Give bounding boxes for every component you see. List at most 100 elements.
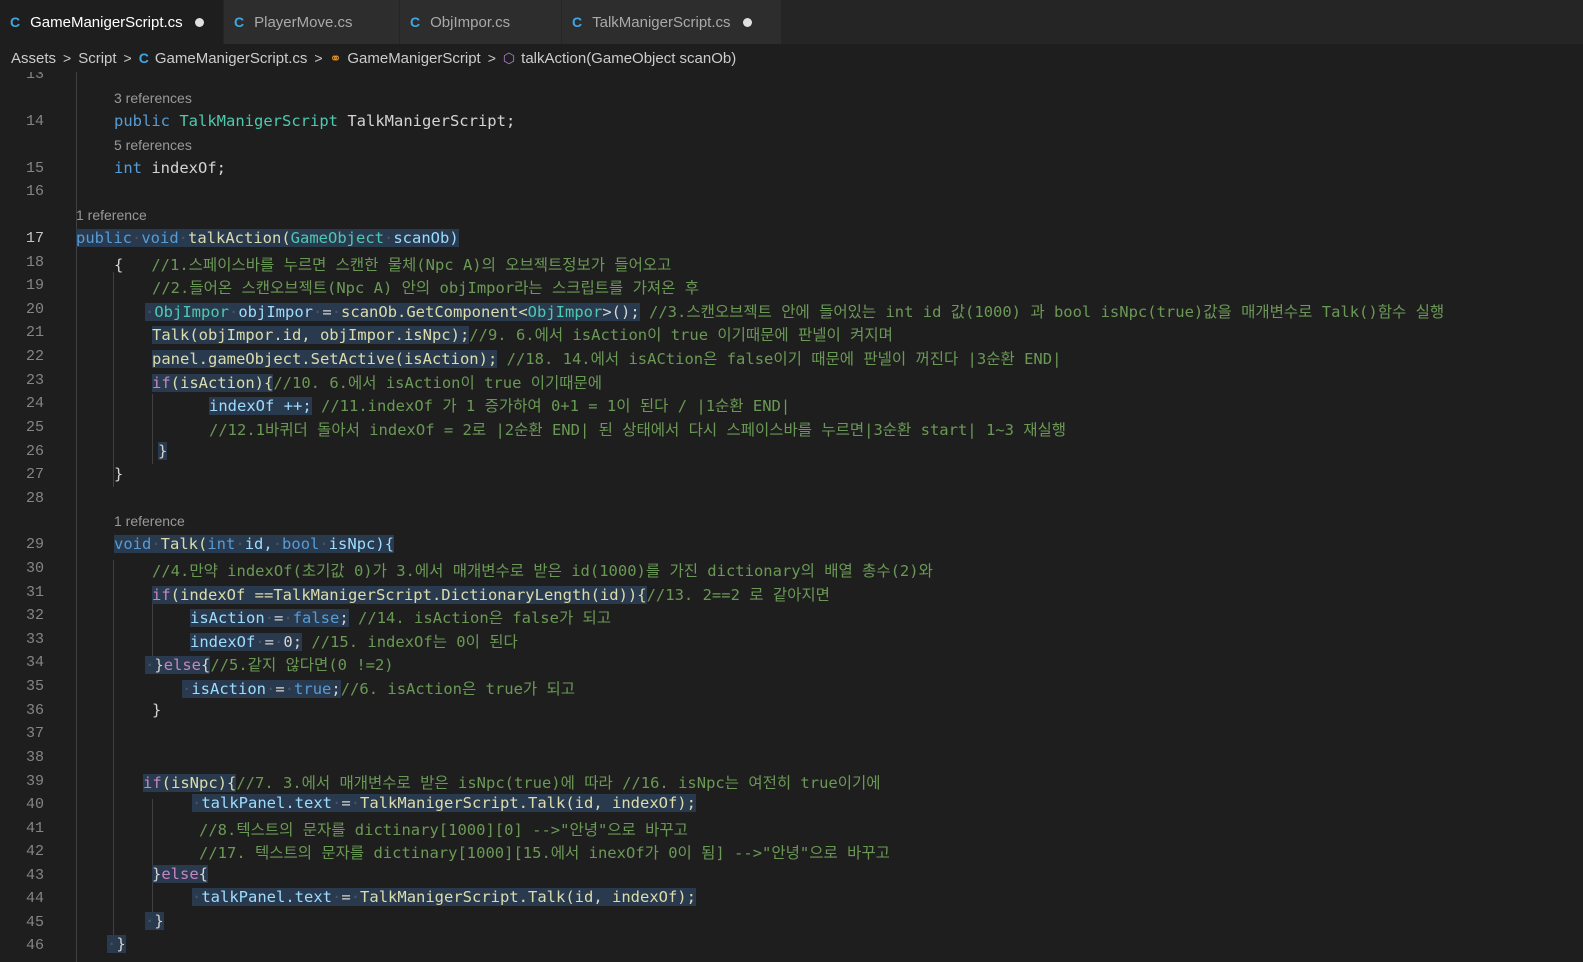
method-call: TalkManigerScript.Talk(id, indexOf);	[360, 888, 696, 906]
line-number: 23	[25, 372, 44, 389]
line-number: 25	[25, 419, 44, 436]
chevron-right-icon: >	[487, 50, 496, 66]
comment: //6. isAction은 true가 되고	[340, 680, 576, 698]
statement: indexOf ++;	[209, 397, 312, 415]
line-number: 40	[25, 796, 44, 813]
comment: //17. 텍스트의 문자를 dictinary[1000][15.에서 ine…	[199, 844, 890, 862]
line-number: 35	[25, 678, 44, 695]
method-name: Talk(	[160, 535, 208, 553]
comment: //9. 6.에서 isAction이 true 이기때문에 판넬이 켜지며	[469, 326, 893, 344]
type-name: ObjImpor	[527, 303, 603, 321]
operator: =	[341, 794, 351, 812]
csharp-file-icon: C	[138, 50, 149, 66]
code-line-32: isAction·=·false; //14. isAction은 false가…	[190, 609, 612, 627]
keyword: int	[114, 159, 142, 177]
code-line-14: public TalkManigerScript TalkManigerScri…	[114, 112, 515, 130]
condition: (indexOf ==TalkManigerScript.DictionaryL…	[170, 586, 647, 604]
parameter: scanOb)	[393, 229, 459, 247]
code-line-35: ·isAction·=·true;//6. isAction은 true가 되고	[182, 680, 576, 698]
operator: =	[275, 680, 285, 698]
breadcrumb-file[interactable]: GameManigerScript.cs	[155, 50, 308, 67]
tab-gamemanigerscript[interactable]: C GameManigerScript.cs	[0, 0, 224, 44]
punctuation: ;	[331, 680, 341, 698]
method-icon: ⬡	[502, 49, 516, 66]
breadcrumb-assets[interactable]: Assets	[11, 50, 56, 67]
operator: =	[274, 609, 284, 627]
code-line-29: void·Talk(int·id,·bool·isNpc){	[114, 535, 395, 553]
line-number: 41	[25, 820, 44, 837]
code-line-45: ·}	[145, 912, 164, 930]
codelens-references[interactable]: 5 references	[114, 137, 192, 153]
keyword: int	[207, 535, 236, 553]
line-number: 33	[25, 631, 44, 648]
breadcrumb-script[interactable]: Script	[78, 50, 116, 67]
line-number: 19	[25, 277, 44, 294]
line-number: 21	[25, 324, 44, 341]
line-number: 18	[25, 254, 44, 271]
method-call: scanOb.GetComponent<	[341, 303, 528, 321]
identifier: indexOf	[190, 633, 256, 651]
line-number: 17	[25, 230, 44, 247]
code-line-17: public·void·talkAction(GameObject·scanOb…	[76, 229, 459, 247]
tab-objimpor[interactable]: C ObjImpor.cs	[400, 0, 562, 44]
line-number: 30	[25, 560, 44, 577]
code-line-39: if(isNpc){//7. 3.에서 매개변수로 받은 isNpc(true)…	[143, 771, 881, 793]
tab-playermove[interactable]: C PlayerMove.cs	[224, 0, 400, 44]
breadcrumb-class[interactable]: GameManigerScript	[347, 50, 480, 67]
line-number: 36	[25, 702, 44, 719]
operator: =	[264, 633, 275, 651]
brace: }	[116, 935, 126, 953]
code-line-42: //17. 텍스트의 문자를 dictinary[1000][15.에서 ine…	[199, 841, 890, 863]
type-name: GameObject	[290, 229, 384, 247]
comment: //2.들어온 스캔오브젝트(Npc A) 안의 objImpor라는 스크립트…	[152, 279, 700, 297]
csharp-file-icon: C	[572, 14, 583, 30]
csharp-file-icon: C	[10, 14, 21, 30]
line-number: 42	[25, 843, 44, 860]
codelens-references[interactable]: 1 reference	[76, 207, 147, 223]
identifier: talkPanel.text	[201, 888, 332, 906]
csharp-file-icon: C	[410, 14, 421, 30]
tab-label: PlayerMove.cs	[254, 13, 353, 31]
line-number: 31	[25, 584, 44, 601]
identifier: isAction	[191, 680, 266, 698]
line-number: 39	[25, 773, 44, 790]
code-line-46: ·}	[107, 935, 126, 953]
code-line-33: indexOf·=·0; //15. indexOf는 0이 된다	[190, 633, 518, 651]
control-keyword: else	[161, 865, 199, 883]
code-line-26: }	[158, 442, 168, 460]
codelens-references[interactable]: 3 references	[114, 90, 192, 106]
tab-talkmanigerscript[interactable]: C TalkManigerScript.cs	[562, 0, 782, 44]
value: 0;	[283, 633, 303, 651]
punctuation: ;	[339, 609, 349, 627]
comment: //8.텍스트의 문자를 dictinary[1000][0] -->"안녕"으…	[199, 821, 688, 839]
comment: //5.같지 않다면(0 !=2)	[210, 656, 394, 674]
brace: }	[158, 442, 168, 460]
type-name: ObjImpor	[154, 303, 229, 321]
breadcrumb-method[interactable]: talkAction(GameObject scanOb)	[521, 50, 736, 67]
unsaved-dot-icon[interactable]	[194, 17, 204, 27]
line-number: 44	[25, 890, 44, 907]
comment: //10. 6.에서 isAction이 true 이기때문에	[273, 374, 603, 392]
chevron-right-icon: >	[123, 50, 132, 66]
comment: //7. 3.에서 매개변수로 받은 isNpc(true)에 따라 //16.…	[236, 774, 881, 792]
code-line-24: indexOf ++; //11.indexOf 가 1 증가하여 0+1 = …	[209, 394, 790, 416]
line-number: 16	[25, 183, 44, 200]
brace: }	[152, 701, 162, 719]
code-line-44: ·talkPanel.text·=·TalkManigerScript.Talk…	[192, 888, 696, 906]
code-editor[interactable]: 13 14 15 16 17 18 19 20 21 22 23 24 25 2…	[0, 72, 1583, 962]
line-number: 37	[25, 725, 44, 742]
operator: =	[322, 303, 332, 321]
keyword: public	[114, 112, 170, 130]
identifier: isAction	[190, 609, 265, 627]
brace: {	[198, 865, 209, 883]
code-line-36: }	[152, 701, 161, 719]
codelens-references[interactable]: 1 reference	[114, 513, 185, 529]
line-number: 32	[25, 607, 44, 624]
tab-label: TalkManigerScript.cs	[592, 13, 731, 31]
keyword: void	[141, 229, 179, 247]
line-number: 26	[25, 443, 44, 460]
unsaved-dot-icon[interactable]	[742, 17, 752, 27]
line-number: 22	[25, 348, 44, 365]
method-call: TalkManigerScript.Talk(id, indexOf);	[360, 794, 696, 812]
breadcrumb: Assets > Script > C GameManigerScript.cs…	[0, 44, 1583, 72]
